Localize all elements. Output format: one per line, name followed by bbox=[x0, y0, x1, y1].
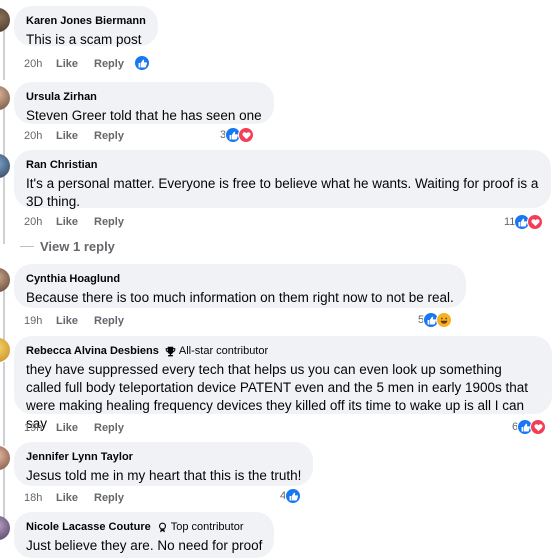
view-replies-link[interactable]: View 1 reply bbox=[20, 239, 115, 254]
love-reaction-icon bbox=[238, 127, 255, 143]
comment-actions: 18h Like Reply bbox=[24, 491, 124, 505]
comment-author[interactable]: Jennifer Lynn Taylor bbox=[26, 451, 133, 463]
comment-author[interactable]: Ursula Zirhan bbox=[26, 91, 97, 103]
comment-time[interactable]: 20h bbox=[24, 216, 56, 228]
contributor-badge[interactable]: All-star contributor bbox=[165, 345, 268, 357]
trophy-icon bbox=[165, 346, 176, 356]
comment-cynthia: Cynthia Hoaglund Because there is too mu… bbox=[0, 260, 560, 334]
comment-author[interactable]: Cynthia Hoaglund bbox=[26, 273, 120, 285]
avatar[interactable] bbox=[0, 338, 10, 362]
comment-jennifer: Jennifer Lynn Taylor Jesus told me in my… bbox=[0, 440, 560, 510]
comment-text: Steven Greer told that he has seen one bbox=[26, 108, 262, 123]
comment-rebecca: Rebecca Alvina Desbiens All-star contrib… bbox=[0, 334, 560, 440]
badge-label: Top contributor bbox=[170, 521, 244, 533]
reply-button[interactable]: Reply bbox=[94, 130, 124, 142]
comment-text: Jesus told me in my heart that this is t… bbox=[26, 468, 302, 483]
avatar[interactable] bbox=[0, 8, 10, 32]
comment-text: It's a personal matter. Everyone is free… bbox=[26, 176, 539, 209]
comment-text: This is a scam post bbox=[26, 32, 142, 47]
like-button[interactable]: Like bbox=[56, 58, 94, 70]
like-button[interactable]: Like bbox=[56, 492, 94, 504]
like-reaction-icon bbox=[134, 55, 150, 71]
comment-bubble: Jennifer Lynn Taylor Jesus told me in my… bbox=[14, 442, 314, 486]
comment-text: Because there is too much information on… bbox=[26, 290, 454, 305]
reply-button[interactable]: Reply bbox=[94, 492, 124, 504]
comment-bubble: Karen Jones Biermann This is a scam post bbox=[14, 6, 158, 47]
comment-author[interactable]: Ran Christian bbox=[26, 159, 98, 171]
reply-button[interactable]: Reply bbox=[94, 422, 124, 434]
reply-button[interactable]: Reply bbox=[94, 315, 124, 327]
comment-actions: 20h Like Reply bbox=[24, 215, 124, 229]
comment-time[interactable]: 18h bbox=[24, 492, 56, 504]
contributor-badge[interactable]: Top contributor bbox=[157, 521, 244, 533]
comment-bubble: Ran Christian It's a personal matter. Ev… bbox=[14, 150, 551, 209]
comment-actions: 19h Like Reply bbox=[24, 421, 124, 435]
avatar[interactable] bbox=[0, 446, 10, 470]
comment-time[interactable]: 19h bbox=[24, 315, 56, 327]
comment-ran: Ran Christian It's a personal matter. Ev… bbox=[0, 148, 560, 236]
comment-author[interactable]: Rebecca Alvina Desbiens bbox=[26, 345, 159, 357]
comment-bubble: Cynthia Hoaglund Because there is too mu… bbox=[14, 264, 466, 308]
avatar[interactable] bbox=[0, 268, 10, 292]
badge-label: All-star contributor bbox=[178, 345, 269, 357]
comment-time[interactable]: 19h bbox=[24, 422, 56, 434]
comment-actions: 20h Like Reply bbox=[24, 57, 124, 71]
comment-time[interactable]: 20h bbox=[24, 58, 56, 70]
reaction-summary[interactable]: 3 bbox=[220, 126, 255, 144]
comment-time[interactable]: 20h bbox=[24, 130, 56, 142]
haha-reaction-icon bbox=[436, 312, 453, 328]
avatar[interactable] bbox=[0, 154, 10, 178]
comment-author[interactable]: Karen Jones Biermann bbox=[26, 15, 146, 27]
award-icon bbox=[158, 522, 166, 532]
comment-bubble: Ursula Zirhan Steven Greer told that he … bbox=[14, 82, 274, 124]
reply-button[interactable]: Reply bbox=[94, 216, 124, 228]
love-reaction-icon bbox=[527, 214, 544, 230]
love-reaction-icon bbox=[530, 419, 547, 435]
view-replies-label: View 1 reply bbox=[40, 239, 115, 254]
reaction-summary[interactable]: 4 bbox=[280, 487, 302, 505]
like-button[interactable]: Like bbox=[56, 130, 94, 142]
reaction-summary[interactable]: 11 bbox=[504, 213, 544, 231]
comment-text: Just believe they are. No need for proof bbox=[26, 538, 263, 553]
comment-ursula: Ursula Zirhan Steven Greer told that he … bbox=[0, 78, 560, 148]
comment-actions: 20h Like Reply bbox=[24, 129, 124, 143]
comment-nicole: Nicole Lacasse Couture Top contributor J… bbox=[0, 510, 560, 560]
comment-bubble: Nicole Lacasse Couture Top contributor J… bbox=[14, 512, 275, 558]
like-reaction-icon bbox=[285, 488, 302, 504]
reaction-summary[interactable]: 5 bbox=[418, 311, 453, 329]
reaction-summary[interactable]: 6 bbox=[512, 418, 547, 436]
comment-bubble: Rebecca Alvina Desbiens All-star contrib… bbox=[14, 336, 552, 431]
avatar[interactable] bbox=[0, 516, 10, 540]
reply-connector bbox=[20, 245, 34, 248]
avatar[interactable] bbox=[0, 86, 10, 110]
like-button[interactable]: Like bbox=[56, 422, 94, 434]
comment-author[interactable]: Nicole Lacasse Couture bbox=[26, 521, 151, 533]
reply-button[interactable]: Reply bbox=[94, 58, 124, 70]
like-button[interactable]: Like bbox=[56, 216, 94, 228]
reaction-summary[interactable] bbox=[134, 54, 150, 72]
comment-actions: 19h Like Reply bbox=[24, 314, 124, 328]
comment-karen: Karen Jones Biermann This is a scam post… bbox=[0, 0, 560, 78]
like-button[interactable]: Like bbox=[56, 315, 94, 327]
